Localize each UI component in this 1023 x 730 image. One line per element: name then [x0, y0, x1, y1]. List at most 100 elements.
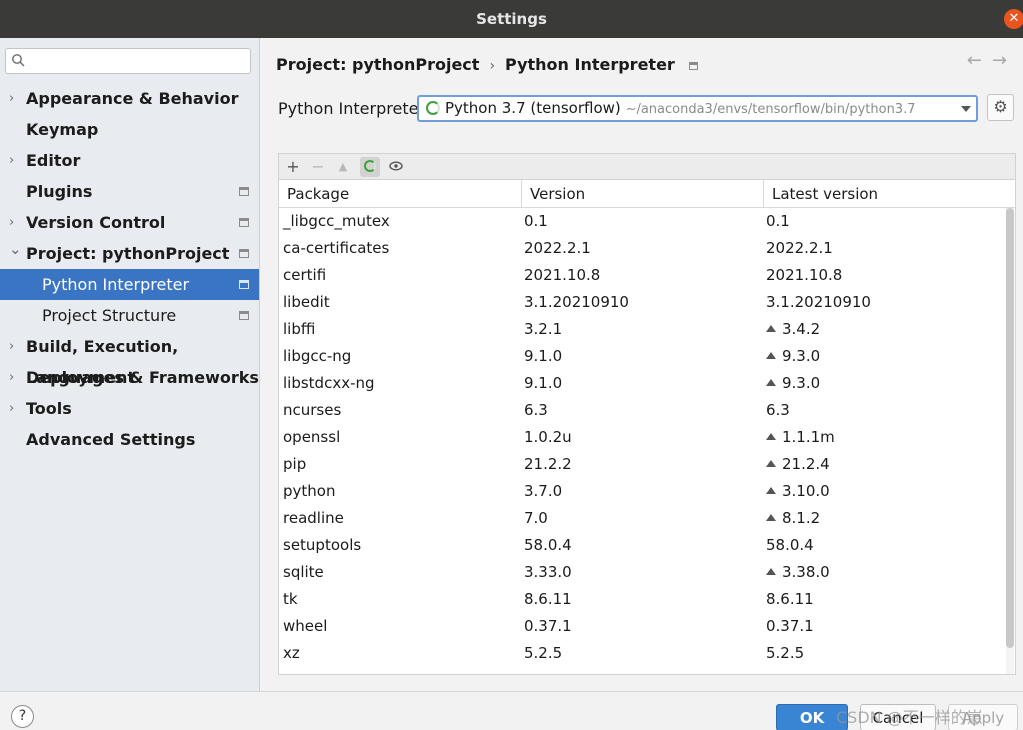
chevron-right-icon[interactable]: › [9, 145, 21, 176]
package-version: 9.1.0 [524, 343, 562, 370]
sidebar-item[interactable]: Advanced Settings [0, 424, 259, 455]
chevron-right-icon[interactable]: › [9, 331, 21, 362]
loading-spinner-icon[interactable] [360, 157, 380, 177]
package-name-text: libedit [283, 293, 330, 311]
table-row[interactable]: sqlite 3.33.0 3.38.0 [279, 559, 1005, 586]
table-row[interactable]: pip 21.2.2 21.2.4 [279, 451, 1005, 478]
package-latest-version: 9.3.0 [766, 370, 820, 397]
package-version-text: 2022.2.1 [524, 239, 591, 257]
sidebar-item[interactable]: Plugins [0, 176, 259, 207]
sidebar-item[interactable]: › Build, Execution, Deployment [0, 331, 259, 387]
package-name: xz [283, 640, 300, 667]
table-row[interactable]: readline 7.0 8.1.2 [279, 505, 1005, 532]
package-latest-version-text: 9.3.0 [782, 374, 821, 392]
package-latest-version: 3.4.2 [766, 316, 820, 343]
package-latest-version: 58.0.4 [766, 532, 814, 559]
package-version: 2022.2.1 [524, 235, 591, 262]
chevron-down-icon[interactable]: ⌄ [9, 234, 22, 265]
table-row[interactable]: tk 8.6.11 8.6.11 [279, 586, 1005, 613]
package-latest-version: 0.37.1 [766, 613, 814, 640]
table-row[interactable]: libgcc-ng 9.1.0 9.3.0 [279, 343, 1005, 370]
sidebar-item[interactable]: Keymap [0, 114, 259, 145]
package-version: 9.1.0 [524, 370, 562, 397]
package-version: 5.2.5 [524, 640, 562, 667]
package-version-text: 3.33.0 [524, 563, 572, 581]
package-version: 3.2.1 [524, 316, 562, 343]
breadcrumb-project[interactable]: Project: pythonProject [276, 55, 479, 74]
gear-icon[interactable]: ⚙ [987, 94, 1014, 121]
column-header-latest-version[interactable]: Latest version [763, 180, 1015, 208]
table-row[interactable]: ncurses 6.3 6.3 [279, 397, 1005, 424]
sidebar-item[interactable]: › Version Control [0, 207, 259, 238]
table-row[interactable]: libedit 3.1.20210910 3.1.20210910 [279, 289, 1005, 316]
package-latest-version: 2021.10.8 [766, 262, 842, 289]
upgrade-arrow-icon [766, 513, 776, 521]
package-name: certifi [283, 262, 326, 289]
search-input[interactable] [5, 48, 251, 74]
plus-icon[interactable]: + [283, 157, 303, 177]
sidebar-item[interactable]: › Languages & Frameworks [0, 362, 259, 393]
upgrade-arrow-icon[interactable]: ▲ [333, 157, 353, 177]
package-name-text: pip [283, 455, 307, 473]
breadcrumb: Project: pythonProject › Python Interprete… [276, 55, 698, 74]
sidebar-item[interactable]: › Tools [0, 393, 259, 424]
package-version-text: 7.0 [524, 509, 548, 527]
pin-icon [688, 61, 698, 70]
package-version: 3.33.0 [524, 559, 572, 586]
table-row[interactable]: python 3.7.0 3.10.0 [279, 478, 1005, 505]
interpreter-dropdown[interactable]: Python 3.7 (tensorflow) ~/anaconda3/envs… [417, 95, 978, 122]
column-header-version[interactable]: Version [521, 180, 763, 208]
package-latest-version-text: 21.2.4 [782, 455, 830, 473]
sidebar-item[interactable]: Project Structure [0, 300, 259, 331]
package-name: wheel [283, 613, 327, 640]
sidebar-item-label: Python Interpreter [42, 275, 190, 294]
package-latest-version-text: 8.1.2 [782, 509, 821, 527]
package-version: 2021.10.8 [524, 262, 600, 289]
help-button[interactable]: ? [11, 705, 34, 728]
package-name: libgcc-ng [283, 343, 351, 370]
chevron-down-icon [961, 106, 971, 112]
package-latest-version: 9.3.0 [766, 343, 820, 370]
back-arrow-icon[interactable]: ← [967, 50, 992, 71]
package-latest-version: 5.2.5 [766, 640, 804, 667]
table-row[interactable]: certifi 2021.10.8 2021.10.8 [279, 262, 1005, 289]
sidebar-item[interactable]: Python Interpreter [0, 269, 259, 300]
close-icon[interactable]: ✕ [1004, 9, 1023, 29]
table-row[interactable]: libffi 3.2.1 3.4.2 [279, 316, 1005, 343]
table-row[interactable]: ca-certificates 2022.2.1 2022.2.1 [279, 235, 1005, 262]
sidebar-item[interactable]: ⌄ Project: pythonProject [0, 238, 259, 269]
package-name: libffi [283, 316, 315, 343]
vertical-scrollbar[interactable] [1006, 208, 1014, 674]
history-nav: ←→ [967, 50, 1017, 71]
package-latest-version-text: 6.3 [766, 401, 790, 419]
chevron-right-icon[interactable]: › [9, 393, 21, 424]
forward-arrow-icon[interactable]: → [992, 50, 1017, 71]
chevron-right-icon[interactable]: › [9, 362, 21, 393]
package-version-text: 0.37.1 [524, 617, 572, 635]
package-version-text: 5.2.5 [524, 644, 563, 662]
table-row[interactable]: openssl 1.0.2u 1.1.1m [279, 424, 1005, 451]
column-header-package[interactable]: Package [279, 180, 521, 208]
sidebar-item[interactable]: › Editor [0, 145, 259, 176]
scrollbar-thumb[interactable] [1006, 208, 1014, 648]
table-row[interactable]: _libgcc_mutex 0.1 0.1 [279, 208, 1005, 235]
minus-icon[interactable]: − [308, 157, 328, 177]
table-row[interactable]: wheel 0.37.1 0.37.1 [279, 613, 1005, 640]
sidebar-item-label: Editor [26, 151, 81, 170]
package-version-text: 58.0.4 [524, 536, 572, 554]
eye-icon[interactable] [386, 157, 406, 177]
title-bar: Settings ✕ [0, 0, 1023, 38]
package-version: 6.3 [524, 397, 548, 424]
package-latest-version-text: 3.10.0 [782, 482, 830, 500]
package-name: pip [283, 451, 306, 478]
pin-icon [239, 280, 249, 289]
upgrade-arrow-icon [766, 459, 776, 467]
table-row[interactable]: xz 5.2.5 5.2.5 [279, 640, 1005, 667]
package-version-text: 3.2.1 [524, 320, 563, 338]
chevron-right-icon[interactable]: › [9, 83, 21, 114]
table-row[interactable]: libstdcxx-ng 9.1.0 9.3.0 [279, 370, 1005, 397]
table-row[interactable]: setuptools 58.0.4 58.0.4 [279, 532, 1005, 559]
sidebar-item[interactable]: › Appearance & Behavior [0, 83, 259, 114]
package-latest-version: 21.2.4 [766, 451, 830, 478]
pin-icon [239, 218, 249, 227]
